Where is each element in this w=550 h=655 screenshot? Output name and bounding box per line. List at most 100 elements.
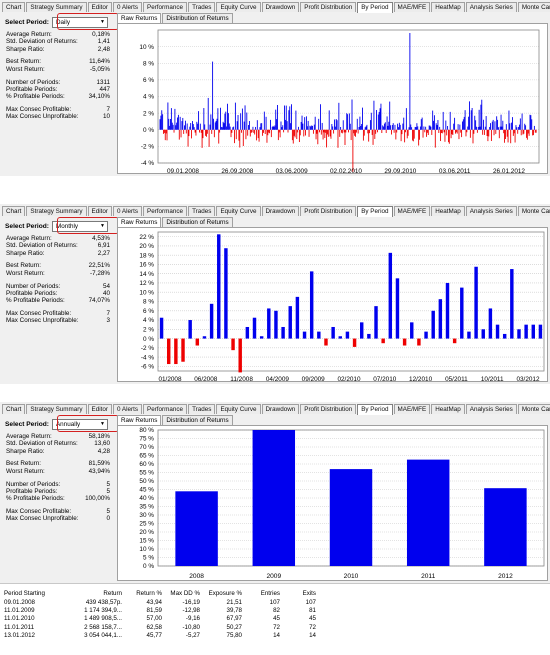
table-cell: 14	[309, 632, 316, 640]
stat-label: Profitable Periods:	[6, 487, 58, 495]
y-tick-label: -2 %	[141, 144, 154, 151]
table-cell: 13.01.2012	[4, 632, 35, 640]
tab-equity-curve[interactable]: Equity Curve	[216, 404, 261, 414]
stat-row: Max Consec Unprofitable: 0	[6, 515, 110, 522]
stat-label: Best Return:	[6, 262, 41, 270]
stat-label: Average Return:	[6, 31, 52, 38]
bar	[374, 306, 378, 339]
bar	[352, 338, 357, 347]
stat-row: Best Return: 11,64%	[6, 58, 110, 65]
x-tick-label: 09/2009	[302, 376, 326, 383]
stat-label: Best Return:	[6, 460, 41, 468]
chart-area: Raw Returns Distribution of Returns -6 % -…	[117, 217, 548, 383]
y-tick-label: 50 %	[139, 478, 154, 485]
table-cell: -16,19	[182, 598, 200, 606]
tab-monte-carlo[interactable]: Monte Carlo	[517, 2, 550, 12]
stat-value: 5	[106, 487, 110, 495]
tab-equity-curve[interactable]: Equity Curve	[216, 206, 261, 216]
stat-row: Profitable Periods: 447	[6, 86, 110, 93]
tab-drawdown[interactable]: Drawdown	[261, 2, 300, 12]
column-header[interactable]: Exposure %	[200, 589, 242, 598]
y-tick-label: 10 %	[139, 546, 154, 553]
tab-strategy-summary[interactable]: Strategy Summary	[26, 2, 87, 12]
tab-monte-carlo[interactable]: Monte Carlo	[517, 404, 550, 414]
tab-strategy-summary[interactable]: Strategy Summary	[26, 404, 87, 414]
subtab-distribution-of-returns[interactable]: Distribution of Returns	[162, 217, 233, 227]
subtab-distribution-of-returns[interactable]: Distribution of Returns	[162, 13, 233, 23]
x-tick-label: 03.06.2009	[276, 168, 308, 175]
tab-analysis-series[interactable]: Analysis Series	[465, 206, 517, 216]
tab-editor[interactable]: Editor	[87, 206, 112, 216]
tab-analysis-series[interactable]: Analysis Series	[465, 2, 517, 12]
bar	[388, 252, 393, 339]
tab-performance[interactable]: Performance	[143, 404, 188, 414]
tab-mae-mfe[interactable]: MAE/MFE	[393, 206, 431, 216]
column-header[interactable]: Entries	[242, 589, 280, 598]
table-row[interactable]: 11.01.2011 2 568 158,7... 62,58 -10,80 50,27…	[4, 623, 316, 631]
tab-0-alerts[interactable]: 0 Alerts	[113, 2, 142, 12]
tab-editor[interactable]: Editor	[87, 2, 112, 12]
tab-heatmap[interactable]: HeatMap	[431, 206, 465, 216]
tab-drawdown[interactable]: Drawdown	[261, 404, 300, 414]
tab-trades[interactable]: Trades	[188, 404, 216, 414]
bar	[452, 338, 457, 344]
daily-returns-chart: -4 % -2 % 0 % 2 % 4 % 6 % 8 % 10 % 09.01.2008 26.…	[139, 29, 540, 175]
table-cell: 11.01.2009	[4, 607, 35, 615]
tab-profit-distribution[interactable]: Profit Distribution	[300, 2, 357, 12]
stat-label: Number of Periods:	[6, 480, 61, 488]
table-row[interactable]: 11.01.2009 1 174 394,9... 81,59 -12,98 39,78…	[4, 606, 316, 614]
stat-label: Max Consec Unprofitable:	[6, 317, 79, 325]
tab-trades[interactable]: Trades	[188, 2, 216, 12]
stat-value: 58,18%	[88, 433, 110, 440]
table-row[interactable]: 13.01.2012 3 054 044,1... 45,77 -5,27 75,80 1…	[4, 632, 316, 640]
column-header[interactable]: Exits	[280, 589, 316, 598]
y-tick-label: -2 %	[141, 345, 154, 352]
tab-profit-distribution[interactable]: Profit Distribution	[300, 404, 357, 414]
tab-heatmap[interactable]: HeatMap	[431, 404, 465, 414]
tab-editor[interactable]: Editor	[87, 404, 112, 414]
subtab-distribution-of-returns[interactable]: Distribution of Returns	[162, 415, 233, 425]
table-row[interactable]: 09.01.2008 439 438,57p. 43,94 -16,19 21,51 10…	[4, 598, 316, 606]
bar	[484, 488, 527, 566]
table-cell: 67,97	[226, 615, 242, 623]
column-header[interactable]: Return	[66, 589, 122, 598]
stats-sidebar: Select Period: Monthly ▼ Average Return:…	[2, 217, 119, 384]
tab-analysis-series[interactable]: Analysis Series	[465, 404, 517, 414]
table-row[interactable]: 11.01.2010 1 489 908,5... 57,00 -9,16 67,97 4…	[4, 615, 316, 623]
stat-value: 0	[106, 515, 110, 523]
tab-by-period[interactable]: By Period	[357, 2, 393, 13]
tab-chart[interactable]: Chart	[2, 2, 26, 12]
stat-label: Std. Deviation of Returns:	[6, 440, 78, 448]
tab-equity-curve[interactable]: Equity Curve	[216, 2, 261, 12]
tab-profit-distribution[interactable]: Profit Distribution	[300, 206, 357, 216]
tab-by-period[interactable]: By Period	[357, 404, 393, 415]
column-header[interactable]: Period Starting	[4, 589, 66, 598]
y-tick-label: 18 %	[139, 252, 154, 259]
tab-strategy-summary[interactable]: Strategy Summary	[26, 206, 87, 216]
tab-mae-mfe[interactable]: MAE/MFE	[393, 404, 431, 414]
y-tick-label: 80 %	[139, 427, 154, 434]
tab-chart[interactable]: Chart	[2, 206, 26, 216]
column-header[interactable]: Return %	[122, 589, 162, 598]
tab-mae-mfe[interactable]: MAE/MFE	[393, 2, 431, 12]
bar	[181, 338, 185, 362]
tab-0-alerts[interactable]: 0 Alerts	[113, 206, 142, 216]
tab-chart[interactable]: Chart	[2, 404, 26, 414]
tab-performance[interactable]: Performance	[143, 206, 188, 216]
tab-monte-carlo[interactable]: Monte Carlo	[517, 206, 550, 216]
y-tick-label: 2 %	[143, 110, 154, 117]
tab-trades[interactable]: Trades	[188, 206, 216, 216]
subtab-raw-returns[interactable]: Raw Returns	[117, 415, 162, 425]
stat-value: 7	[106, 106, 110, 114]
bar	[495, 324, 500, 339]
subtab-raw-returns[interactable]: Raw Returns	[117, 217, 162, 227]
x-tick-label: 12/2010	[409, 376, 433, 383]
subtab-raw-returns[interactable]: Raw Returns	[117, 13, 162, 23]
column-header[interactable]: Max DD %	[162, 589, 200, 598]
tab-drawdown[interactable]: Drawdown	[261, 206, 300, 216]
tab-0-alerts[interactable]: 0 Alerts	[113, 404, 142, 414]
tab-performance[interactable]: Performance	[143, 2, 188, 12]
tab-by-period[interactable]: By Period	[357, 206, 393, 217]
select-period-label: Select Period:	[5, 420, 49, 428]
tab-heatmap[interactable]: HeatMap	[431, 2, 465, 12]
